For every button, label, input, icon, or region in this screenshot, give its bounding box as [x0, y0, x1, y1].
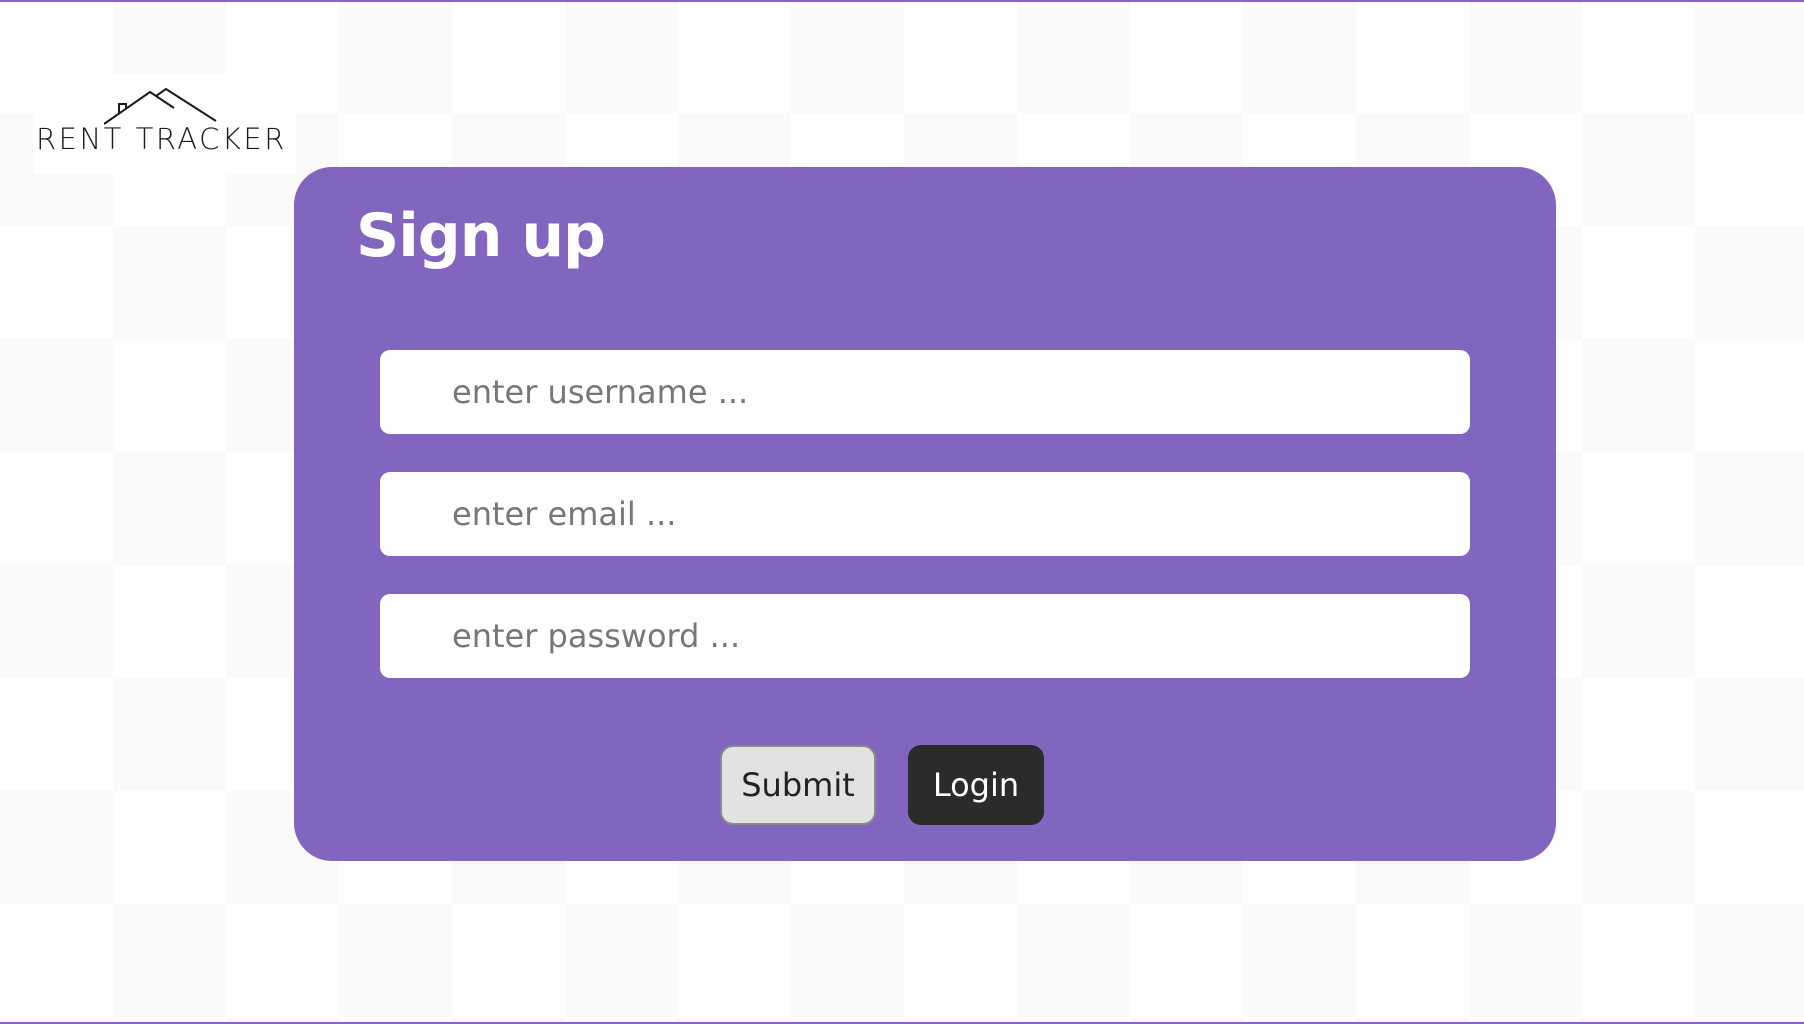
- username-input[interactable]: [380, 350, 1470, 434]
- brand-name: RENT TRACKER: [36, 122, 287, 156]
- login-button[interactable]: Login: [908, 745, 1044, 825]
- password-input[interactable]: [380, 594, 1470, 678]
- email-input[interactable]: [380, 472, 1470, 556]
- signup-card: Sign up Submit Login: [294, 167, 1556, 861]
- page-title: Sign up: [356, 201, 606, 271]
- submit-button[interactable]: Submit: [720, 745, 876, 825]
- rent-tracker-logo: RENT TRACKER: [34, 74, 296, 174]
